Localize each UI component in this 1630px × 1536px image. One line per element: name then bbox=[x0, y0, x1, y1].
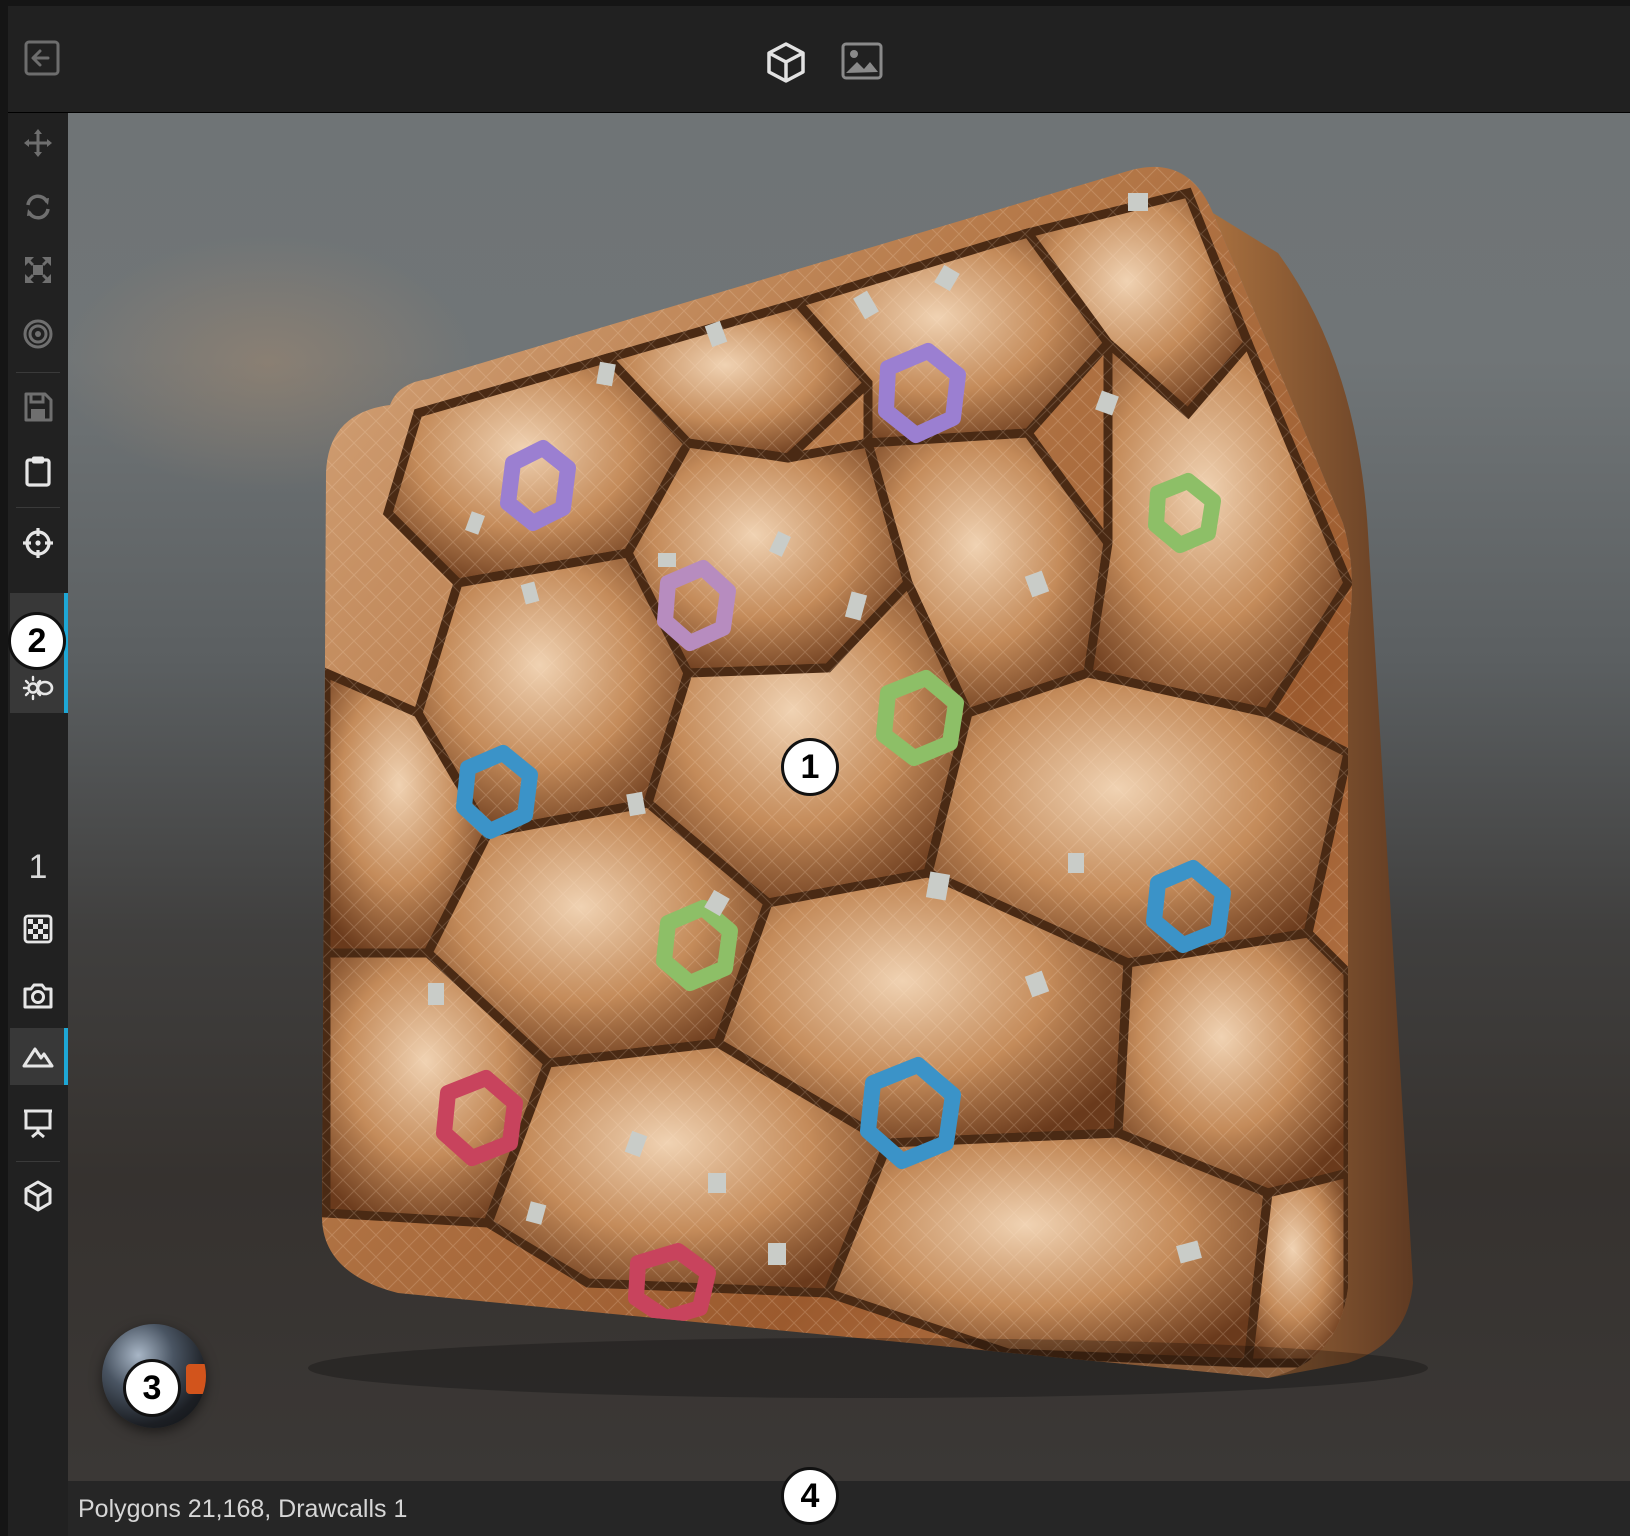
model-button[interactable] bbox=[18, 1176, 58, 1216]
callout-3: 3 bbox=[123, 1359, 181, 1417]
left-toolbar: 1 bbox=[8, 113, 68, 1536]
checker-icon bbox=[23, 914, 53, 944]
view-3d-button[interactable] bbox=[762, 38, 810, 86]
callout-4: 4 bbox=[781, 1467, 839, 1525]
presentation-icon bbox=[24, 1109, 52, 1139]
callout-2: 2 bbox=[8, 612, 66, 670]
terrain-icon bbox=[22, 1047, 54, 1068]
save-icon bbox=[24, 392, 53, 422]
view-2d-button[interactable] bbox=[840, 40, 884, 82]
rotate-icon bbox=[26, 194, 50, 220]
cube-icon bbox=[24, 1180, 52, 1212]
top-toolbar bbox=[8, 6, 1630, 113]
scale-icon bbox=[25, 257, 51, 283]
polygon-drawcall-stats: Polygons 21,168, Drawcalls 1 bbox=[78, 1495, 408, 1523]
lighting-button[interactable] bbox=[18, 668, 58, 708]
clipboard-button[interactable] bbox=[18, 451, 58, 491]
move-tool-button[interactable] bbox=[18, 123, 58, 163]
cube-icon bbox=[767, 42, 805, 83]
presentation-button[interactable] bbox=[18, 1103, 58, 1143]
target-rings-icon bbox=[23, 319, 53, 349]
material-preview-cube[interactable] bbox=[68, 113, 1630, 1481]
scale-tool-button[interactable] bbox=[18, 250, 58, 290]
checker-button[interactable] bbox=[18, 909, 58, 949]
image-icon bbox=[841, 42, 883, 80]
crosshair-icon bbox=[23, 528, 53, 558]
target-tool-button[interactable] bbox=[18, 314, 58, 354]
move-icon bbox=[24, 129, 52, 157]
callout-1: 1 bbox=[781, 738, 839, 796]
focus-button[interactable] bbox=[18, 523, 58, 563]
exit-arrow-icon[interactable] bbox=[22, 38, 62, 78]
status-bar: Polygons 21,168, Drawcalls 1 bbox=[68, 1481, 1630, 1536]
rotate-tool-button[interactable] bbox=[18, 187, 58, 227]
clipboard-icon bbox=[25, 456, 51, 487]
screenshot-button[interactable] bbox=[18, 976, 58, 1016]
save-button[interactable] bbox=[18, 387, 58, 427]
lighting-icon bbox=[22, 675, 54, 701]
terrain-button[interactable] bbox=[18, 1037, 58, 1077]
lod-label[interactable]: 1 bbox=[8, 847, 68, 887]
3d-viewport[interactable] bbox=[68, 113, 1630, 1481]
camera-icon bbox=[23, 983, 53, 1009]
